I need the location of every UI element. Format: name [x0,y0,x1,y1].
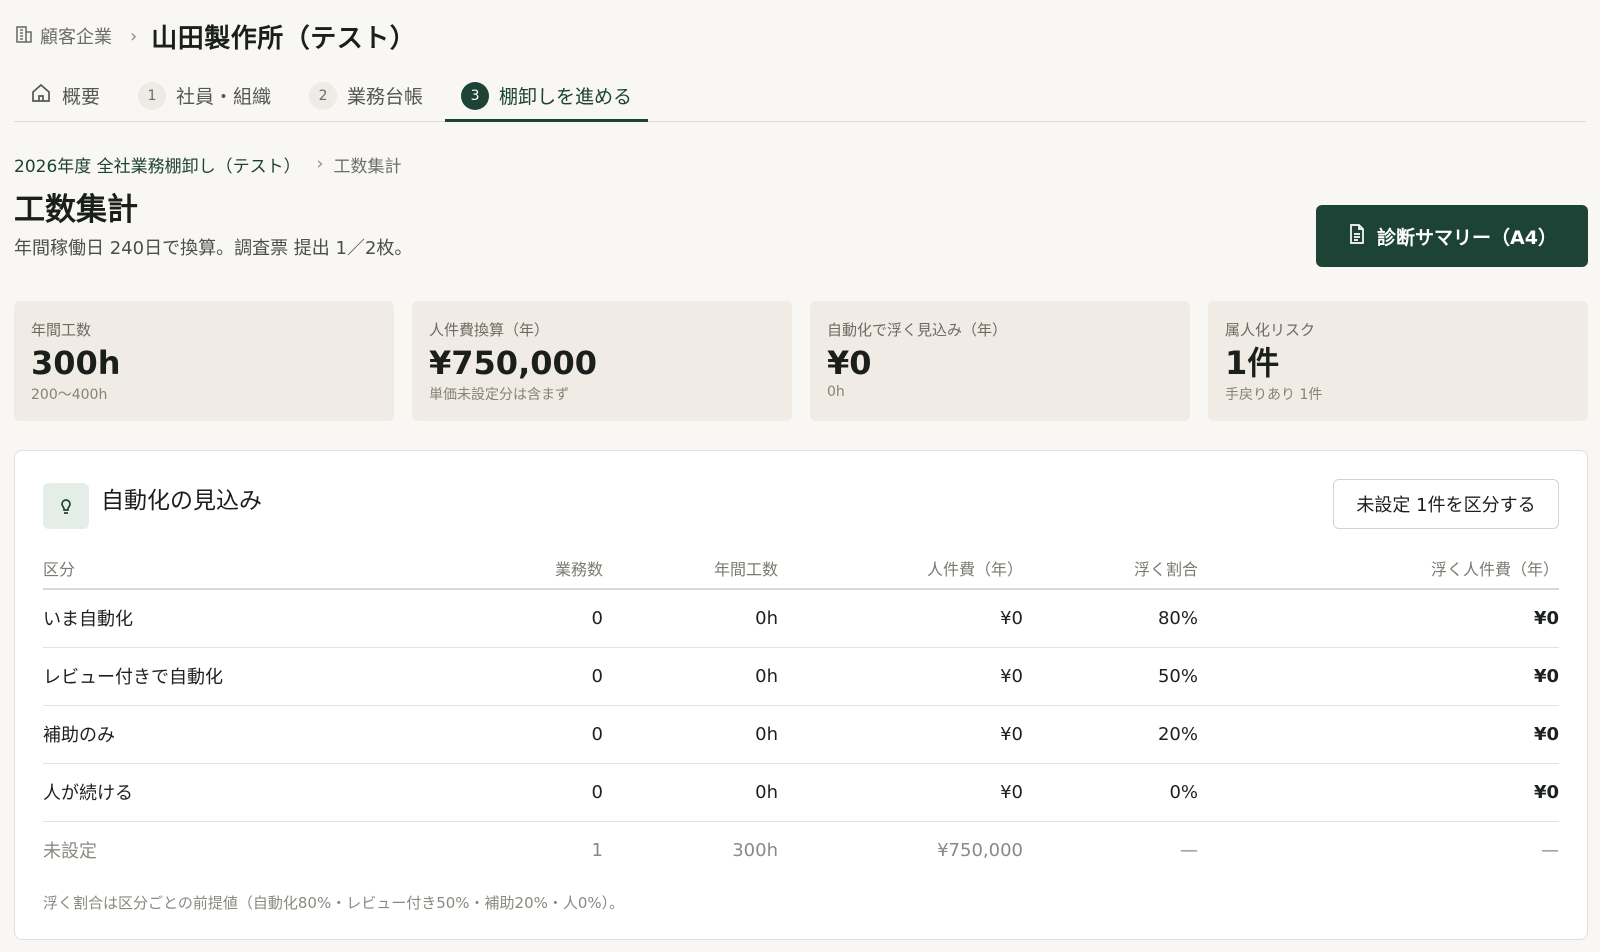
tab-inventory[interactable]: 3 棚卸しを進める [445,70,649,122]
category-cell: いま自動化 [43,589,483,648]
stat-sub: 200〜400h [31,387,108,403]
stat-value: 300h [31,344,121,382]
classify-unset-button[interactable]: 未設定 1件を区分する [1333,479,1559,529]
table-row: レビュー付きで自動化 0 0h ¥0 50% ¥0 [43,647,1559,706]
building-icon [14,24,40,49]
category-cell: 未設定 [43,841,97,863]
lightbulb-icon [43,483,89,529]
automation-table: 区分 業務数 年間工数 人件費（年） 浮く割合 浮く人件費（年） いま自動化 0… [43,547,1559,879]
table-row-unset: 未設定 1 300h ¥750,000 — — [43,821,1559,879]
stat-card-automation-savings: 自動化で浮く見込み（年） ¥0 0h [810,301,1190,421]
hours-cell: 0h [613,705,788,764]
column-header: 浮く人件費（年） [1208,547,1559,590]
step-number: 3 [461,81,490,110]
cost-cell: ¥750,000 [937,839,1023,861]
hours-cell: 0h [613,763,788,822]
hours-cell: 0h [613,589,788,648]
stat-sub: 単価未設定分は含まず [429,387,569,403]
page-title: 工数集計 [14,192,138,228]
tasks-cell: 1 [591,839,603,861]
saved-cost-cell: ¥0 [1208,763,1559,822]
hours-cell: 300h [732,839,778,861]
column-header: 人件費（年） [788,547,1033,590]
ratio-cell: 50% [1033,647,1208,706]
main-tabs: 概要 1 社員・組織 2 業務台帳 3 棚卸しを進める [14,70,1586,122]
ratio-cell: 80% [1033,589,1208,648]
automation-outlook-card: 自動化の見込み 未設定 1件を区分する 区分 業務数 年間工数 人件費（年） 浮… [14,450,1588,940]
tab-label: 棚卸しを進める [499,86,633,108]
column-header: 業務数 [483,547,613,590]
stat-sub: 手戻りあり 1件 [1225,387,1323,403]
ratio-cell: 20% [1033,705,1208,764]
saved-cost-cell: ¥0 [1208,589,1559,648]
stat-card-annual-hours: 年間工数 300h 200〜400h [14,301,394,421]
breadcrumb-current: 工数集計 [333,156,402,177]
chevron-right-icon: › [130,25,138,47]
table-row: 人が続ける 0 0h ¥0 0% ¥0 [43,763,1559,822]
header: 顧客企業 › 山田製作所（テスト） [14,18,416,54]
tab-employees[interactable]: 1 社員・組織 [122,70,287,121]
breadcrumb-parent-link[interactable]: 2026年度 全社業務棚卸し（テスト） [14,152,301,177]
stat-label: 自動化で浮く見込み（年） [827,321,1008,339]
cost-cell: ¥0 [788,647,1033,706]
stat-card-labor-cost: 人件費換算（年） ¥750,000 単価未設定分は含まず [412,301,792,421]
document-icon [1347,223,1377,250]
tasks-cell: 0 [483,763,613,822]
category-cell: 人が続ける [43,763,483,822]
saved-cost-cell: ¥0 [1208,705,1559,764]
stat-label: 年間工数 [31,321,92,339]
step-number: 1 [138,81,167,110]
summary-button-label: 診断サマリー（A4） [1377,226,1557,249]
tab-overview[interactable]: 概要 [14,70,116,121]
page-description: 年間稼働日 240日で換算。調査票 提出 1／2枚。 [14,238,413,259]
stat-label: 属人化リスク [1225,321,1316,339]
card-title: 自動化の見込み [101,488,262,514]
cost-cell: ¥0 [788,589,1033,648]
chevron-right-icon: › [316,154,324,174]
home-icon [30,82,62,109]
stats-row: 年間工数 300h 200〜400h 人件費換算（年） ¥750,000 単価未… [14,301,1588,421]
table-footnote: 浮く割合は区分ごとの前提値（自動化80%・レビュー付き50%・補助20%・人0%… [43,894,625,912]
column-header: 浮く割合 [1033,547,1208,590]
saved-cost-cell: ¥0 [1208,647,1559,706]
hours-cell: 0h [613,647,788,706]
column-header: 年間工数 [613,547,788,590]
stat-card-dependency-risk: 属人化リスク 1件 手戻りあり 1件 [1208,301,1588,421]
stat-value: ¥750,000 [429,344,598,382]
category-cell: レビュー付きで自動化 [43,647,483,706]
cost-cell: ¥0 [788,705,1033,764]
tasks-cell: 0 [483,589,613,648]
cost-cell: ¥0 [788,763,1033,822]
tab-label: 業務台帳 [347,86,424,108]
tasks-cell: 0 [483,705,613,764]
breadcrumb: 2026年度 全社業務棚卸し（テスト） › 工数集計 [14,150,401,178]
table-row: いま自動化 0 0h ¥0 80% ¥0 [43,589,1559,648]
tasks-cell: 0 [483,647,613,706]
tab-label: 概要 [62,86,101,108]
table-row: 補助のみ 0 0h ¥0 20% ¥0 [43,705,1559,764]
stat-value: ¥0 [827,344,872,382]
stat-sub: 0h [827,384,845,400]
column-header: 区分 [43,547,483,590]
ratio-cell: 0% [1033,763,1208,822]
diagnosis-summary-button[interactable]: 診断サマリー（A4） [1316,205,1588,267]
tab-ledger[interactable]: 2 業務台帳 [293,70,439,121]
company-crumb-label: 顧客企業 [40,27,112,48]
tab-label: 社員・組織 [176,86,272,108]
stat-value: 1件 [1225,344,1280,382]
company-name: 山田製作所（テスト） [151,23,417,54]
step-number: 2 [309,81,338,110]
ratio-cell: — [1180,839,1198,861]
category-cell: 補助のみ [43,705,483,764]
table-header-row: 区分 業務数 年間工数 人件費（年） 浮く割合 浮く人件費（年） [43,547,1559,590]
stat-label: 人件費換算（年） [429,321,550,339]
saved-cost-cell: — [1541,839,1559,861]
breadcrumb-company[interactable]: 顧客企業 [14,23,112,49]
